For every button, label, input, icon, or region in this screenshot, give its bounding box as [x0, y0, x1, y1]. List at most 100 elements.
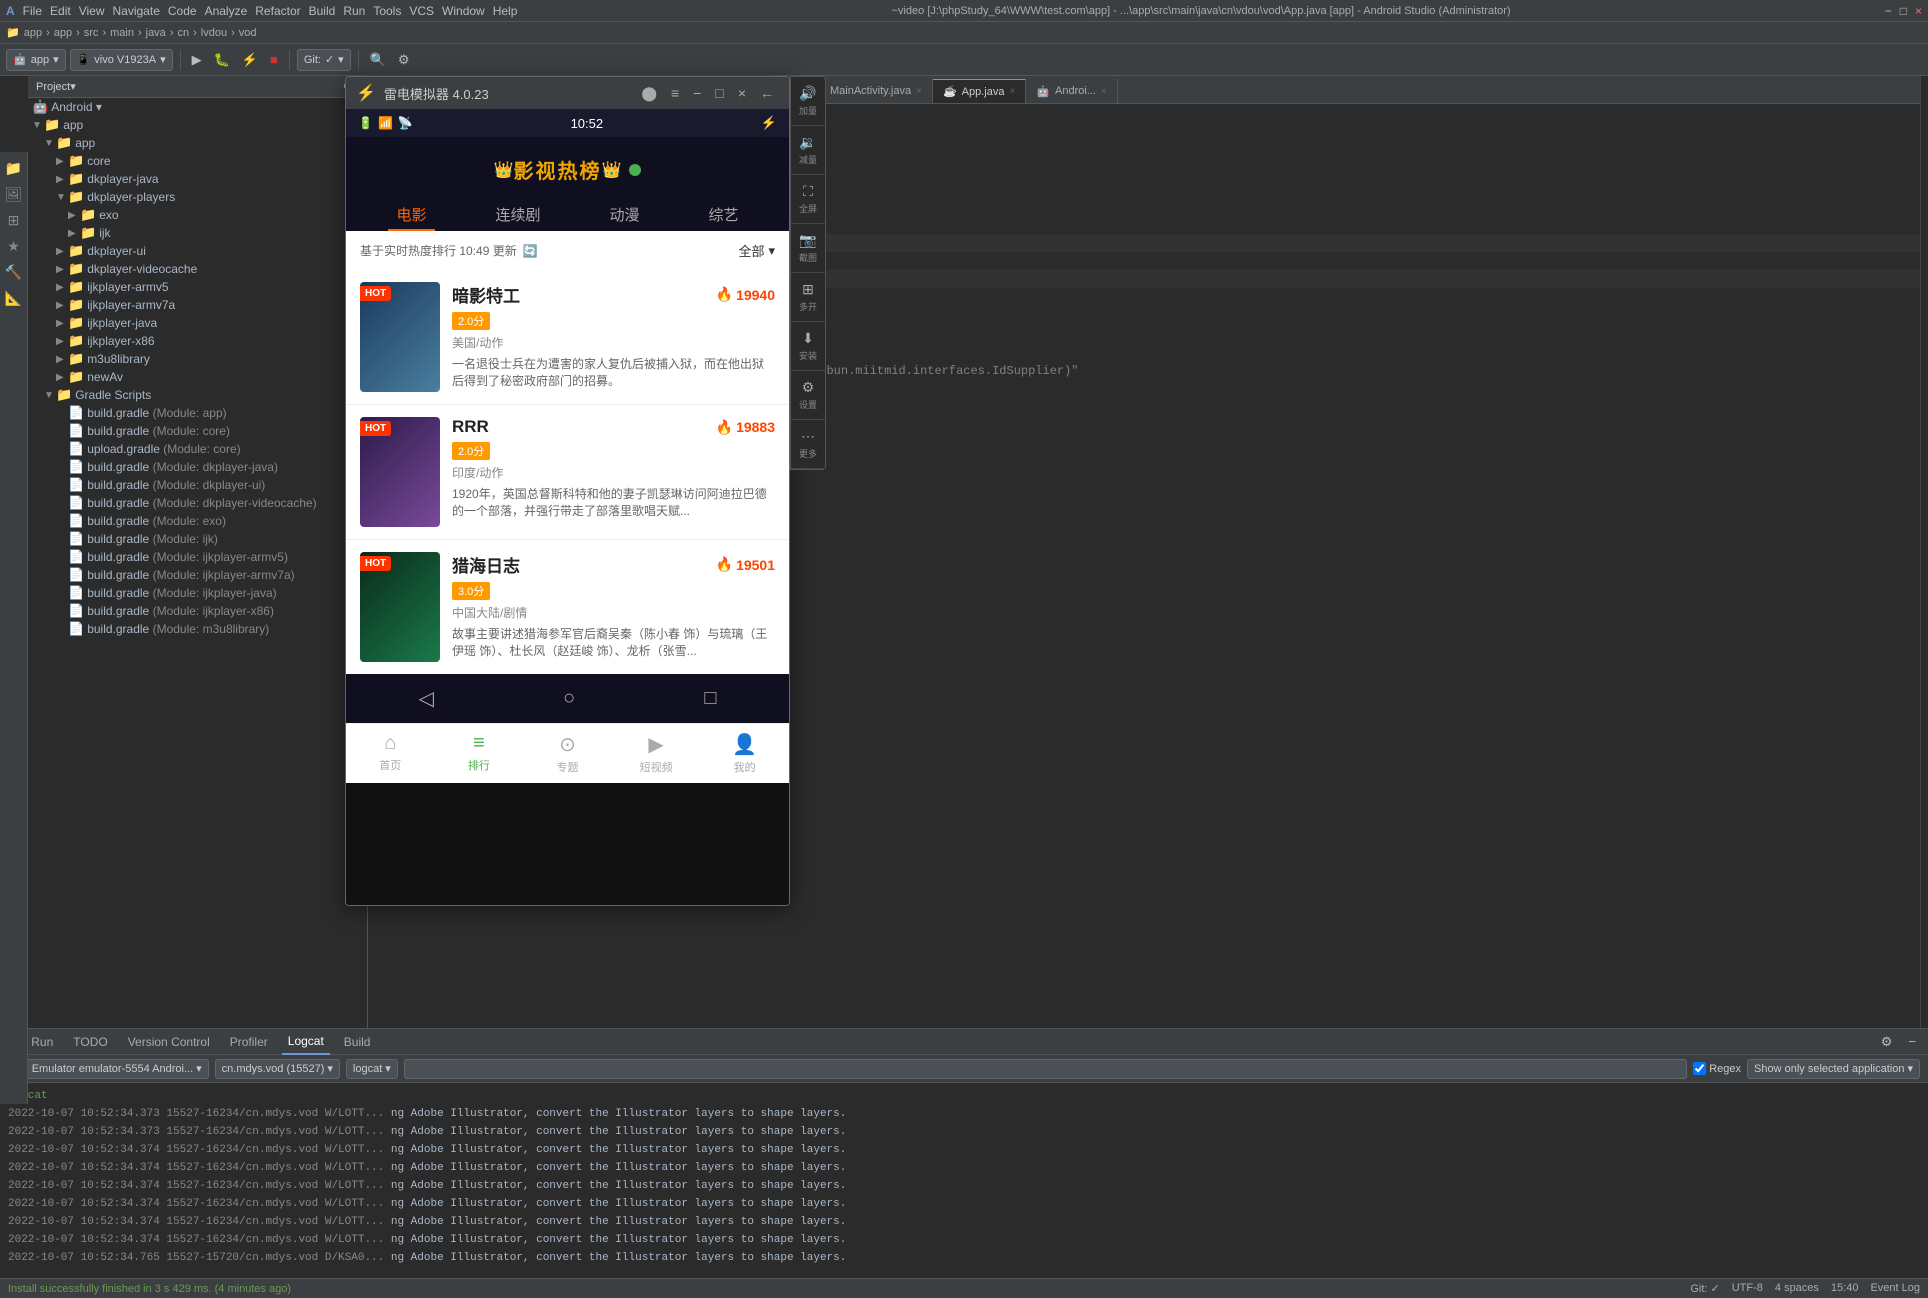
side-btn-more[interactable]: ⋯ 更多: [791, 420, 825, 469]
tree-item-build-gradle-dkplayer-java[interactable]: 📄 build.gradle (Module: dkplayer-java): [28, 458, 367, 476]
logcat-search-input[interactable]: [404, 1059, 1687, 1079]
android-recents-btn[interactable]: □: [688, 683, 732, 714]
nav-tab-series[interactable]: 连续剧: [487, 200, 548, 231]
tree-item-build-gradle-exo[interactable]: 📄 build.gradle (Module: exo): [28, 512, 367, 530]
project-icon[interactable]: 📁: [2, 156, 26, 180]
side-btn-settings[interactable]: ⚙ 设置: [791, 371, 825, 420]
tree-item-build-gradle-core[interactable]: 📄 build.gradle (Module: core): [28, 422, 367, 440]
sidebar-dropdown-icon[interactable]: ▾: [70, 80, 76, 93]
bookmarks-icon[interactable]: ★: [2, 234, 26, 258]
app-filter-selector[interactable]: Show only selected application ▾: [1747, 1059, 1920, 1079]
path-app2[interactable]: app: [54, 27, 72, 39]
emulator-back-btn[interactable]: ←: [755, 83, 779, 104]
tab-close-main-activity[interactable]: ×: [916, 86, 922, 97]
side-btn-fullscreen[interactable]: ⛶ 全屏: [791, 175, 825, 224]
tree-item-build-gradle-m3u8[interactable]: 📄 build.gradle (Module: m3u8library): [28, 620, 367, 638]
tree-item-build-gradle-ijkplayer-java[interactable]: 📄 build.gradle (Module: ijkplayer-java): [28, 584, 367, 602]
device-dropdown[interactable]: 📱 vivo V1923A ▾: [70, 49, 173, 71]
tree-item-m3u8library[interactable]: ▶ 📁 m3u8library: [28, 350, 367, 368]
bnav-ranking[interactable]: ≡ 排行: [449, 732, 509, 775]
emulator-minimize-btn[interactable]: −: [688, 83, 706, 104]
tab-androi[interactable]: 🤖 Androi... ×: [1026, 79, 1118, 103]
tree-item-ijkplayer-armv5[interactable]: ▶ 📁 ijkplayer-armv5: [28, 278, 367, 296]
tab-todo[interactable]: TODO: [67, 1029, 113, 1055]
nav-tab-anime[interactable]: 动漫: [601, 200, 647, 231]
path-src[interactable]: src: [84, 27, 99, 39]
menu-file[interactable]: File: [23, 4, 42, 18]
tree-item-build-gradle-armv5[interactable]: 📄 build.gradle (Module: ijkplayer-armv5): [28, 548, 367, 566]
tree-item-dkplayer-ui[interactable]: ▶ 📁 dkplayer-ui: [28, 242, 367, 260]
tree-item-build-gradle-armv7a[interactable]: 📄 build.gradle (Module: ijkplayer-armv7a…: [28, 566, 367, 584]
ranking-item-3[interactable]: HOT 猎海日志 🔥 19501 3.0分 中国大陆/剧情: [346, 540, 789, 674]
status-spaces[interactable]: 4 spaces: [1775, 1282, 1819, 1295]
emulator-maximize-btn[interactable]: □: [710, 83, 728, 104]
menu-vcs[interactable]: VCS: [409, 4, 434, 18]
path-item[interactable]: 📁: [6, 26, 20, 39]
side-btn-install[interactable]: ⬇ 安装: [791, 322, 825, 371]
tree-item-build-gradle-dkplayer-ui[interactable]: 📄 build.gradle (Module: dkplayer-ui): [28, 476, 367, 494]
android-back-btn[interactable]: ◁: [403, 682, 450, 715]
resource-manager-icon[interactable]: 🖼: [2, 182, 26, 206]
profile-button[interactable]: ⚡: [238, 50, 262, 70]
status-encoding[interactable]: UTF-8: [1732, 1282, 1763, 1295]
nav-tab-variety[interactable]: 综艺: [700, 200, 746, 231]
menu-build[interactable]: Build: [309, 4, 336, 18]
side-btn-volume-up[interactable]: 🔊 加量: [791, 77, 825, 126]
path-app1[interactable]: app: [24, 27, 42, 39]
structure-icon[interactable]: ⊞: [2, 208, 26, 232]
layout-captures-icon[interactable]: 📐: [2, 286, 26, 310]
tree-item-newAv[interactable]: ▶ 📁 newAv: [28, 368, 367, 386]
regex-checkbox[interactable]: [1693, 1062, 1706, 1075]
nav-tab-movie[interactable]: 电影: [388, 200, 434, 231]
android-view-dropdown[interactable]: 🤖 Android ▾: [28, 98, 367, 116]
package-selector[interactable]: cn.mdys.vod (15527) ▾: [215, 1059, 340, 1079]
tab-app-java[interactable]: ☕ App.java ×: [933, 79, 1026, 103]
window-close-btn[interactable]: ×: [1915, 4, 1922, 18]
logcat-settings-icon[interactable]: ⚙: [1877, 1032, 1897, 1052]
side-btn-multiwindow[interactable]: ⊞ 多开: [791, 273, 825, 322]
tab-profiler[interactable]: Profiler: [224, 1029, 274, 1055]
search-everywhere-btn[interactable]: 🔍: [366, 50, 390, 70]
path-vod[interactable]: vod: [239, 27, 257, 39]
menu-view[interactable]: View: [79, 4, 105, 18]
emulator-record-btn[interactable]: ⬤: [636, 83, 662, 104]
tree-item-ijkplayer-armv7a[interactable]: ▶ 📁 ijkplayer-armv7a: [28, 296, 367, 314]
menu-window[interactable]: Window: [442, 4, 485, 18]
menu-refactor[interactable]: Refactor: [255, 4, 300, 18]
stop-button[interactable]: ■: [266, 50, 282, 69]
tab-close-app-java[interactable]: ×: [1009, 86, 1015, 97]
run-button[interactable]: ▶: [188, 50, 206, 70]
ranking-item-2[interactable]: HOT RRR 🔥 19883 2.0分 印度/动作: [346, 405, 789, 540]
menu-code[interactable]: Code: [168, 4, 197, 18]
menu-navigate[interactable]: Navigate: [113, 4, 160, 18]
bnav-profile[interactable]: 👤 我的: [715, 732, 775, 775]
tree-item-ijkplayer-java[interactable]: ▶ 📁 ijkplayer-java: [28, 314, 367, 332]
tree-item-gradle-scripts[interactable]: ▼ 📁 Gradle Scripts: [28, 386, 367, 404]
tab-logcat[interactable]: Logcat: [282, 1029, 330, 1055]
tree-item-core[interactable]: ▶ 📁 core: [28, 152, 367, 170]
path-lvdou[interactable]: lvdou: [201, 27, 227, 39]
event-log[interactable]: Event Log: [1870, 1282, 1920, 1295]
tree-item-ijkplayer-x86[interactable]: ▶ 📁 ijkplayer-x86: [28, 332, 367, 350]
window-minimize-btn[interactable]: −: [1885, 4, 1892, 18]
path-java[interactable]: java: [146, 27, 166, 39]
git-dropdown[interactable]: Git: ✓ ▾: [297, 49, 351, 71]
side-btn-screenshot[interactable]: 📷 截图: [791, 224, 825, 273]
menu-analyze[interactable]: Analyze: [205, 4, 248, 18]
tree-item-exo[interactable]: ▶ 📁 exo: [28, 206, 367, 224]
tree-item-build-gradle-dkplayer-videocache[interactable]: 📄 build.gradle (Module: dkplayer-videoca…: [28, 494, 367, 512]
device-selector[interactable]: 📱 Emulator emulator-5554 Androi... ▾: [8, 1059, 209, 1079]
debug-button[interactable]: 🐛: [210, 50, 234, 70]
bnav-short-video[interactable]: ▶ 短视频: [626, 732, 686, 775]
window-maximize-btn[interactable]: □: [1900, 4, 1907, 18]
menu-edit[interactable]: Edit: [50, 4, 71, 18]
tree-item-app-root[interactable]: ▼ 📁 app: [28, 116, 367, 134]
ranking-filter[interactable]: 全部 ▾: [738, 241, 775, 260]
tree-item-build-gradle-ijk[interactable]: 📄 build.gradle (Module: ijk): [28, 530, 367, 548]
log-level-selector[interactable]: logcat ▾: [346, 1059, 398, 1079]
refresh-icon[interactable]: 🔄: [523, 244, 538, 258]
tree-item-build-gradle-x86[interactable]: 📄 build.gradle (Module: ijkplayer-x86): [28, 602, 367, 620]
android-home-btn[interactable]: ○: [547, 683, 591, 714]
bnav-topic[interactable]: ⊙ 专题: [537, 732, 597, 775]
regex-checkbox-label[interactable]: Regex: [1693, 1062, 1741, 1075]
